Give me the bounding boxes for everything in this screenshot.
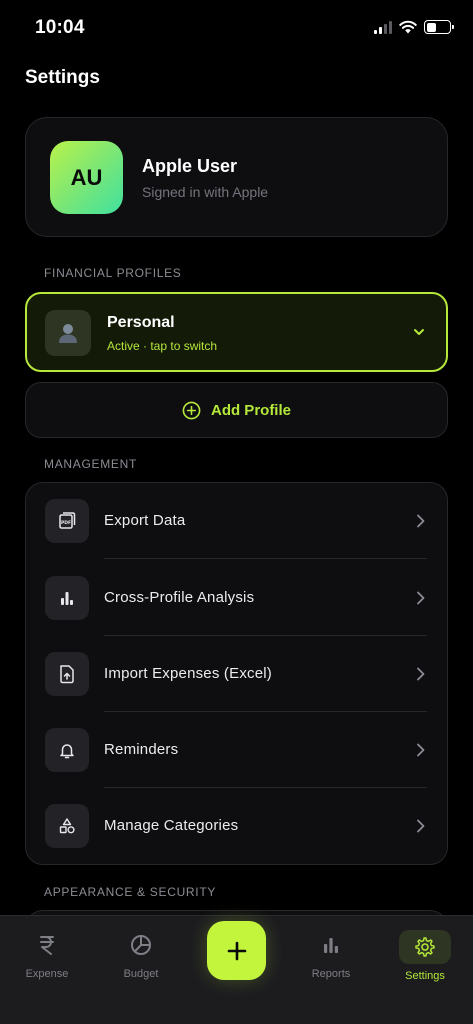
menu-item-import-expenses[interactable]: Import Expenses (Excel): [26, 636, 447, 712]
menu-item-manage-categories[interactable]: Manage Categories: [26, 788, 447, 864]
status-time: 10:04: [35, 17, 85, 38]
menu-item-label: Reminders: [104, 741, 179, 758]
divider: [104, 558, 427, 559]
status-bar: 10:04: [0, 0, 473, 54]
account-name: Apple User: [142, 156, 238, 176]
page-title: Settings: [25, 67, 100, 88]
section-label-financial-profiles: FINANCIAL PROFILES: [44, 266, 182, 280]
account-card[interactable]: AU Apple User Signed in with Apple: [25, 117, 448, 237]
menu-item-label: Cross-Profile Analysis: [104, 589, 255, 606]
svg-text:PDF: PDF: [61, 520, 71, 526]
tab-bar: Expense Budget Reports Settings: [0, 915, 473, 1024]
add-expense-button[interactable]: [207, 921, 266, 980]
menu-item-export-data[interactable]: PDF Export Data: [26, 483, 447, 559]
chevron-right-icon: [417, 667, 425, 681]
file-upload-icon: [45, 652, 89, 696]
pdf-file-icon: PDF: [45, 499, 89, 543]
bar-chart-icon: [321, 930, 341, 960]
tab-label: Expense: [25, 968, 69, 980]
settings-screen: 10:04 Settings AU Apple User Signed in w…: [0, 0, 473, 1024]
chevron-right-icon: [417, 819, 425, 833]
section-label-appearance-security: APPEARANCE & SECURITY: [44, 885, 217, 899]
add-profile-label: Add Profile: [210, 401, 291, 419]
rupee-icon: [37, 930, 57, 960]
chevron-down-icon[interactable]: [412, 325, 426, 339]
plus-icon: [227, 941, 246, 960]
menu-item-label: Import Expenses (Excel): [104, 665, 272, 682]
chevron-right-icon: [417, 591, 425, 605]
cellular-signal-icon: [374, 20, 392, 34]
person-icon: [45, 310, 91, 356]
home-indicator: [168, 1011, 305, 1016]
management-list: PDF Export Data Cross-Profile Analysis I…: [25, 482, 448, 865]
tab-label: Budget: [123, 968, 159, 980]
account-subtitle: Signed in with Apple: [142, 184, 269, 200]
tab-settings[interactable]: Settings: [390, 930, 460, 982]
menu-item-cross-profile-analysis[interactable]: Cross-Profile Analysis: [26, 560, 447, 636]
menu-item-reminders[interactable]: Reminders: [26, 712, 447, 788]
profile-name: Personal: [107, 314, 175, 331]
chevron-right-icon: [417, 743, 425, 757]
status-icons: [374, 20, 454, 34]
section-label-management: MANAGEMENT: [44, 457, 138, 471]
menu-item-label: Export Data: [104, 512, 186, 529]
add-profile-button[interactable]: Add Profile: [25, 382, 448, 438]
tab-expense[interactable]: Expense: [12, 930, 82, 980]
menu-item-label: Manage Categories: [104, 817, 239, 834]
tab-label: Settings: [405, 970, 445, 982]
tab-label: Reports: [311, 968, 351, 980]
battery-icon: [424, 20, 454, 34]
active-profile-card[interactable]: Personal Active · tap to switch: [25, 292, 448, 372]
profile-status: Active · tap to switch: [107, 339, 218, 353]
tab-reports[interactable]: Reports: [296, 930, 366, 980]
chevron-right-icon: [417, 514, 425, 528]
bell-icon: [45, 728, 89, 772]
tab-budget[interactable]: Budget: [106, 930, 176, 980]
shapes-icon: [45, 804, 89, 848]
pie-chart-icon: [129, 930, 153, 960]
bar-chart-icon: [45, 576, 89, 620]
avatar: AU: [50, 141, 123, 214]
gear-icon: [399, 930, 451, 964]
wifi-icon: [399, 20, 417, 34]
plus-circle-icon: [182, 401, 201, 419]
